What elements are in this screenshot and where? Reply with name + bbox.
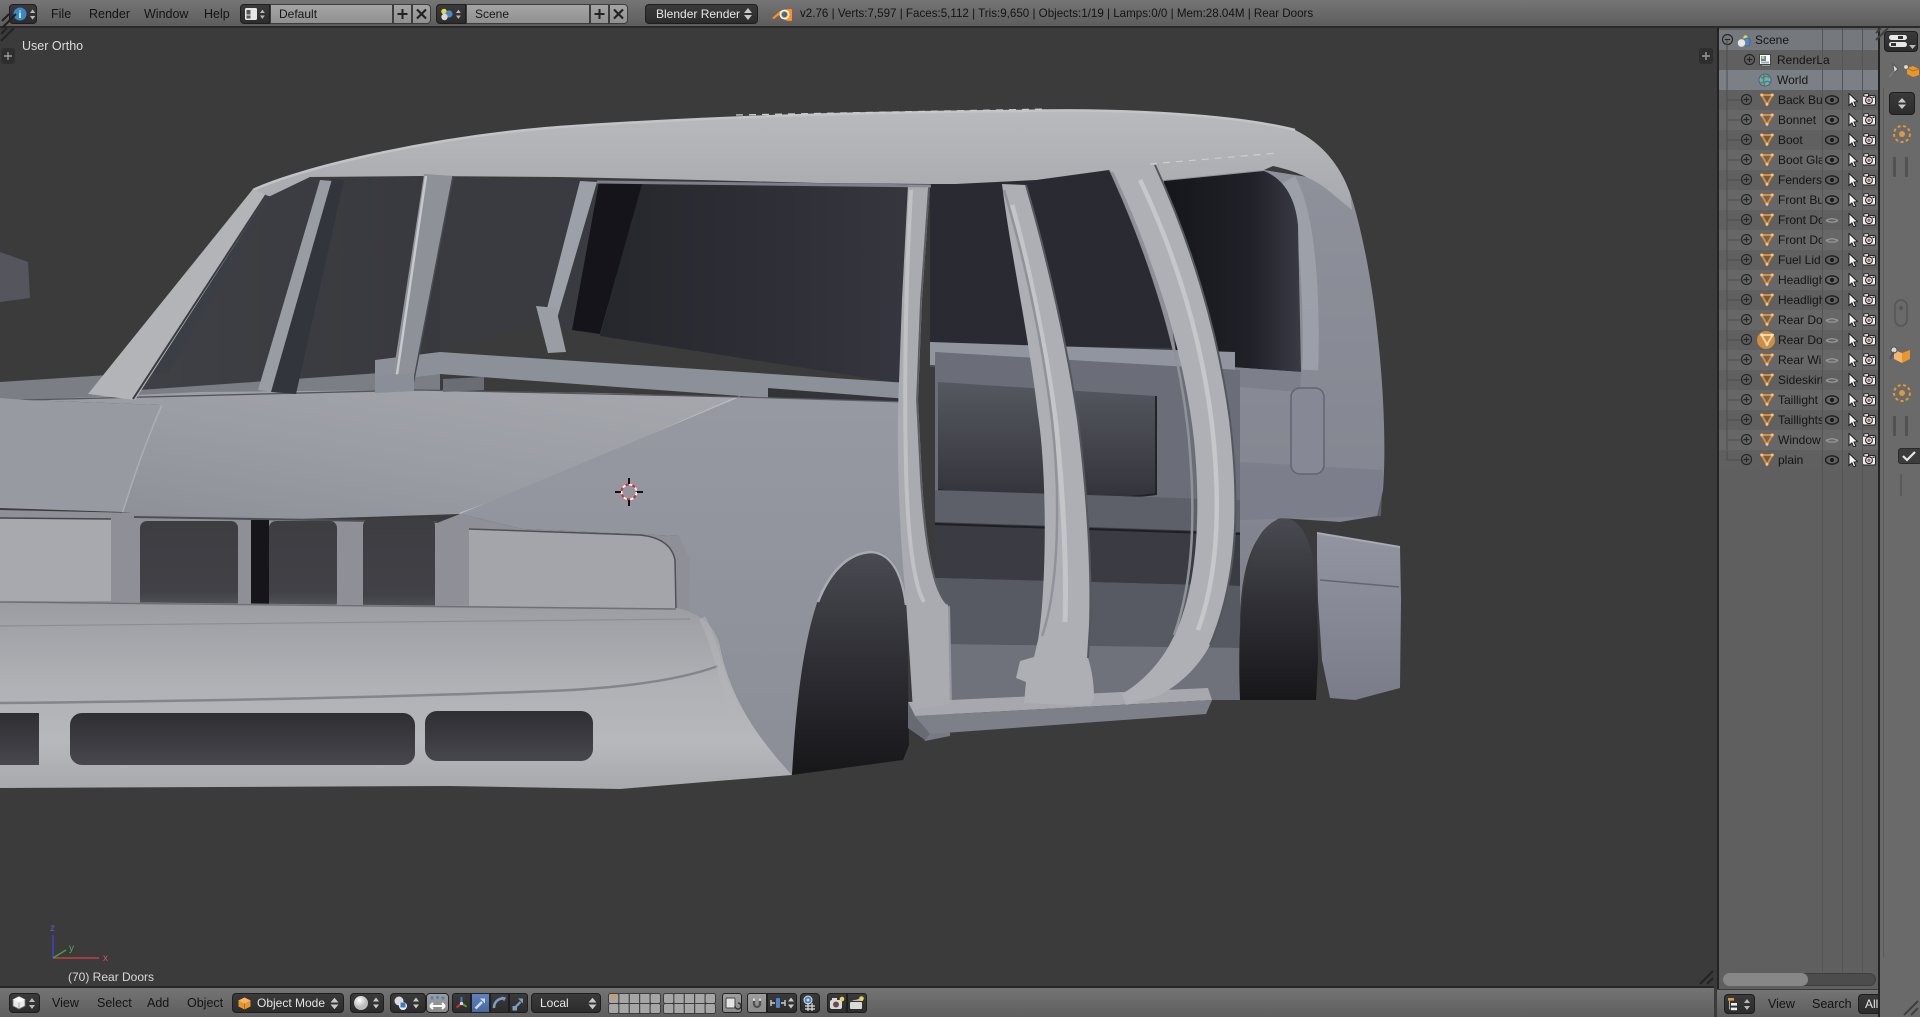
svg-text:y: y (69, 943, 74, 954)
svg-text:z: z (50, 923, 55, 934)
svg-text:i: i (19, 10, 22, 21)
svg-text:User Ortho: User Ortho (22, 39, 83, 53)
svg-text:x: x (103, 953, 108, 964)
svg-text:(70) Rear Doors: (70) Rear Doors (68, 970, 154, 984)
